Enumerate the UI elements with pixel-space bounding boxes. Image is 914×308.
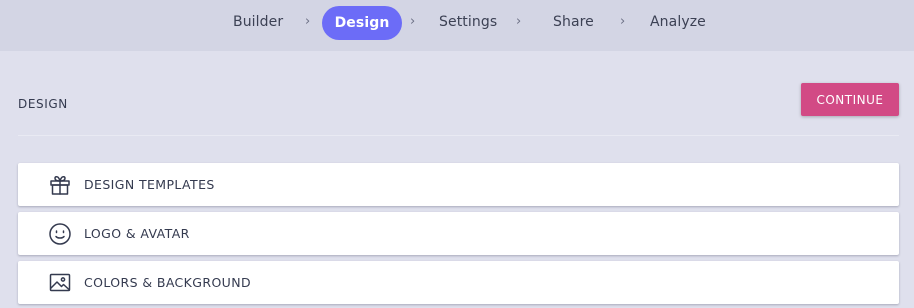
page-title: DESIGN	[18, 97, 68, 111]
chevron-right-icon: ›	[620, 14, 626, 29]
step-builder[interactable]: Builder	[233, 0, 283, 45]
section-label: COLORS & BACKGROUND	[84, 275, 252, 290]
step-navigation: Builder › Design › Settings › Share › An…	[0, 0, 914, 51]
step-design[interactable]: Design	[322, 6, 402, 40]
chevron-right-icon: ›	[516, 14, 522, 29]
step-settings[interactable]: Settings	[439, 0, 497, 45]
gift-icon	[48, 173, 72, 197]
divider	[18, 135, 899, 136]
section-design-templates[interactable]: DESIGN TEMPLATES	[18, 163, 899, 206]
section-label: DESIGN TEMPLATES	[84, 177, 215, 192]
step-analyze[interactable]: Analyze	[650, 0, 706, 45]
chevron-right-icon: ›	[305, 14, 311, 29]
section-label: LOGO & AVATAR	[84, 226, 190, 241]
image-icon	[48, 271, 72, 295]
smiley-face-icon	[48, 222, 72, 246]
chevron-right-icon: ›	[410, 14, 416, 29]
section-logo-avatar[interactable]: LOGO & AVATAR	[18, 212, 899, 255]
section-colors-background[interactable]: COLORS & BACKGROUND	[18, 261, 899, 304]
continue-button[interactable]: CONTINUE	[801, 83, 899, 116]
step-share[interactable]: Share	[553, 0, 594, 45]
